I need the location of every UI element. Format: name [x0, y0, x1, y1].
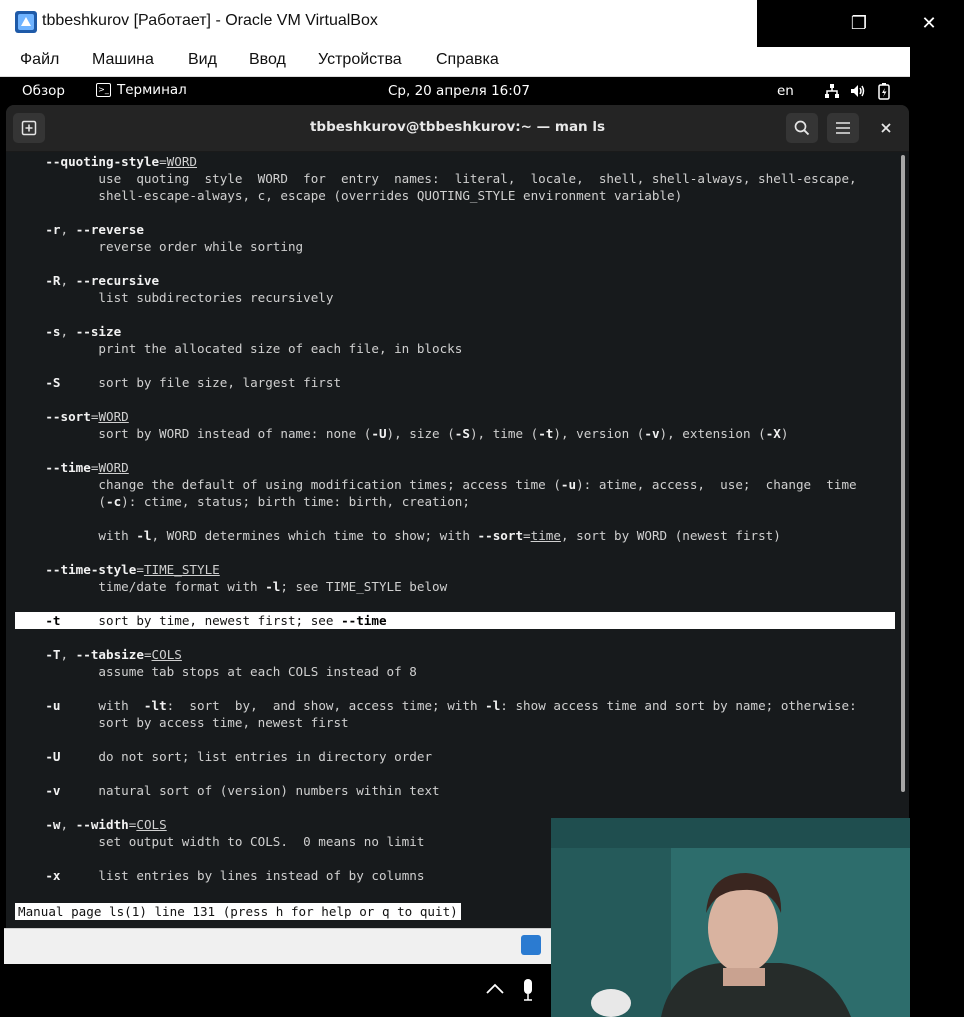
webcam-overlay [551, 818, 910, 1017]
volume-icon[interactable] [849, 83, 867, 99]
man-line [15, 306, 895, 323]
man-line: (-c): ctime, status; birth time: birth, … [15, 494, 470, 509]
app-menu-label: Терминал [117, 82, 187, 98]
man-line [15, 680, 895, 697]
man-line: with -l, WORD determines which time to s… [15, 528, 781, 543]
menu-devices[interactable]: Устройства [318, 51, 402, 69]
maximize-button[interactable]: ❐ [825, 0, 893, 47]
man-line: print the allocated size of each file, i… [15, 341, 463, 356]
guest-screen: Обзор >_ Терминал Ср, 20 апреля 16:07 en [4, 77, 909, 928]
window-title: tbbeshkurov [Работает] - Oracle VM Virtu… [42, 12, 378, 29]
close-terminal-button[interactable] [870, 113, 902, 143]
terminal-header-bar: tbbeshkurov@tbbeshkurov:~ — man ls [6, 105, 909, 152]
man-line: -r, --reverse [45, 222, 144, 237]
search-button[interactable] [786, 113, 818, 143]
man-line: -u with -lt: sort by, and show, access t… [45, 698, 857, 713]
man-line [15, 731, 895, 748]
man-line [15, 799, 895, 816]
close-icon: ✕ [921, 13, 937, 34]
minimize-button[interactable]: — [711, 0, 779, 47]
man-line: sort by access time, newest first [15, 715, 349, 730]
pager-status-line: Manual page ls(1) line 131 (press h for … [15, 903, 461, 920]
man-line: shell-escape-always, c, escape (override… [15, 188, 683, 203]
webcam-person-image [551, 818, 910, 1017]
man-page-content[interactable]: --quoting-style=WORD use quoting style W… [15, 153, 895, 928]
man-line [15, 442, 895, 459]
menu-icon [836, 122, 850, 134]
close-icon [881, 123, 891, 133]
search-icon [794, 120, 810, 136]
man-line: --time=WORD [45, 460, 129, 475]
menu-view[interactable]: Вид [188, 51, 217, 69]
man-line [15, 629, 895, 646]
menu-help[interactable]: Справка [436, 51, 499, 69]
scrollbar[interactable] [901, 155, 905, 792]
battery-icon[interactable] [878, 82, 890, 100]
man-line [15, 391, 895, 408]
man-line: -T, --tabsize=COLS [45, 647, 182, 662]
network-icon[interactable] [824, 83, 840, 99]
man-line: --quoting-style=WORD [45, 154, 198, 169]
menu-bar: Файл Машина Вид Ввод Устройства Справка [0, 47, 910, 77]
taskbar-chevron-icon[interactable] [485, 980, 505, 1000]
man-line [15, 765, 895, 782]
terminal-window: tbbeshkurov@tbbeshkurov:~ — man ls --quo… [6, 105, 909, 928]
man-line [15, 357, 895, 374]
man-line: time/date format with -l; see TIME_STYLE… [15, 579, 448, 594]
man-line-highlighted: -t sort by time, newest first; see --tim… [15, 612, 895, 629]
man-line [15, 204, 895, 221]
man-line: reverse order while sorting [15, 239, 304, 254]
gnome-top-bar: Обзор >_ Терминал Ср, 20 апреля 16:07 en [4, 77, 909, 105]
close-button[interactable]: ✕ [895, 0, 963, 47]
microphone-icon[interactable] [521, 978, 535, 1007]
terminal-icon: >_ [96, 83, 111, 97]
man-line [15, 255, 895, 272]
restore-icon: ❐ [850, 13, 868, 34]
man-line: -s, --size [45, 324, 122, 339]
man-line: -U do not sort; list entries in director… [45, 749, 433, 764]
menu-file[interactable]: Файл [20, 51, 59, 69]
vm-status-icon[interactable] [521, 935, 541, 955]
keyboard-layout[interactable]: en [777, 83, 794, 99]
virtualbox-logo-icon [15, 11, 37, 33]
hamburger-menu-button[interactable] [827, 113, 859, 143]
man-line: list subdirectories recursively [15, 290, 334, 305]
menu-input[interactable]: Ввод [249, 51, 286, 69]
clock[interactable]: Ср, 20 апреля 16:07 [388, 83, 530, 99]
man-line: -S sort by file size, largest first [45, 375, 342, 390]
man-line: --time-style=TIME_STYLE [45, 562, 220, 577]
man-line: -v natural sort of (version) numbers wit… [45, 783, 440, 798]
man-line [15, 544, 895, 561]
man-line: change the default of using modification… [15, 477, 857, 492]
activities-button[interactable]: Обзор [22, 83, 65, 99]
man-line [15, 510, 895, 527]
minimize-icon: — [736, 13, 754, 34]
man-line: assume tab stops at each COLS instead of… [15, 664, 417, 679]
terminal-title: tbbeshkurov@tbbeshkurov:~ — man ls [309, 119, 606, 135]
man-line: sort by WORD instead of name: none (-U),… [15, 426, 789, 441]
menu-machine[interactable]: Машина [92, 51, 154, 69]
man-line: --sort=WORD [45, 409, 129, 424]
app-menu[interactable]: >_ Терминал [96, 82, 187, 98]
man-line [15, 595, 895, 612]
man-line: use quoting style WORD for entry names: … [15, 171, 857, 186]
title-bar-background: tbbeshkurov [Работает] - Oracle VM Virtu… [0, 0, 757, 47]
host-title-bar: tbbeshkurov [Работает] - Oracle VM Virtu… [0, 0, 964, 47]
man-line: -R, --recursive [45, 273, 160, 288]
